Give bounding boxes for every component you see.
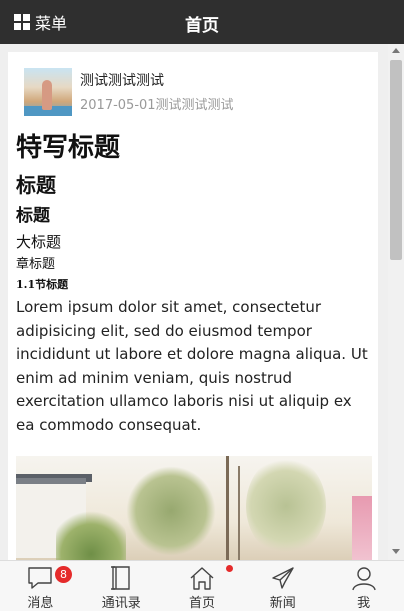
article-body: 特写标题 标题 标题 大标题 章标题 1.1节标题 Lorem ipsum do…	[16, 128, 372, 437]
heading-section: 1.1节标题	[16, 278, 69, 291]
article-card: 测试测试测试 2017-05-01测试测试测试 特写标题 标题 标题 大标题 章…	[8, 52, 378, 560]
scroll-down-arrow-icon[interactable]	[392, 549, 400, 554]
home-icon	[190, 567, 214, 590]
page-title: 首页	[185, 16, 219, 36]
contacts-book-icon	[111, 566, 130, 590]
tab-label: 首页	[188, 596, 215, 611]
post-meta: 2017-05-01测试测试测试	[80, 98, 234, 113]
author-name[interactable]: 测试测试测试	[80, 70, 164, 90]
heading-title-2: 标题	[16, 206, 50, 226]
tab-label: 我	[357, 596, 371, 611]
paper-plane-icon	[272, 567, 294, 589]
news-unread-dot	[226, 565, 233, 572]
tab-news[interactable]: 新闻	[242, 561, 323, 611]
avatar[interactable]	[24, 68, 72, 116]
heading-chapter: 章标题	[16, 257, 56, 272]
heading-large: 大标题	[16, 233, 62, 251]
tab-me[interactable]: 我	[323, 561, 404, 611]
tab-label: 通讯录	[101, 596, 141, 611]
article-paragraph: Lorem ipsum dolor sit amet, consectetur …	[16, 298, 368, 434]
content-area[interactable]: 测试测试测试 2017-05-01测试测试测试 特写标题 标题 标题 大标题 章…	[0, 44, 388, 560]
heading-title-1: 标题	[16, 173, 56, 197]
heading-feature: 特写标题	[16, 133, 121, 163]
top-bar: 菜单 首页	[0, 0, 404, 44]
message-count-badge: 8	[55, 566, 72, 583]
tab-label: 新闻	[269, 596, 296, 611]
tab-messages[interactable]: 8 消息	[0, 561, 81, 611]
scroll-up-arrow-icon[interactable]	[392, 48, 400, 53]
tab-label: 消息	[27, 596, 54, 611]
article-image	[16, 456, 372, 560]
scrollbar-thumb[interactable]	[390, 60, 402, 260]
bottom-tab-bar: 8 消息 通讯录 首页 新闻 我	[0, 560, 404, 611]
user-icon	[351, 567, 376, 591]
message-icon	[28, 567, 53, 589]
tab-contacts[interactable]: 通讯录	[81, 561, 162, 611]
vertical-scrollbar[interactable]	[388, 44, 404, 560]
